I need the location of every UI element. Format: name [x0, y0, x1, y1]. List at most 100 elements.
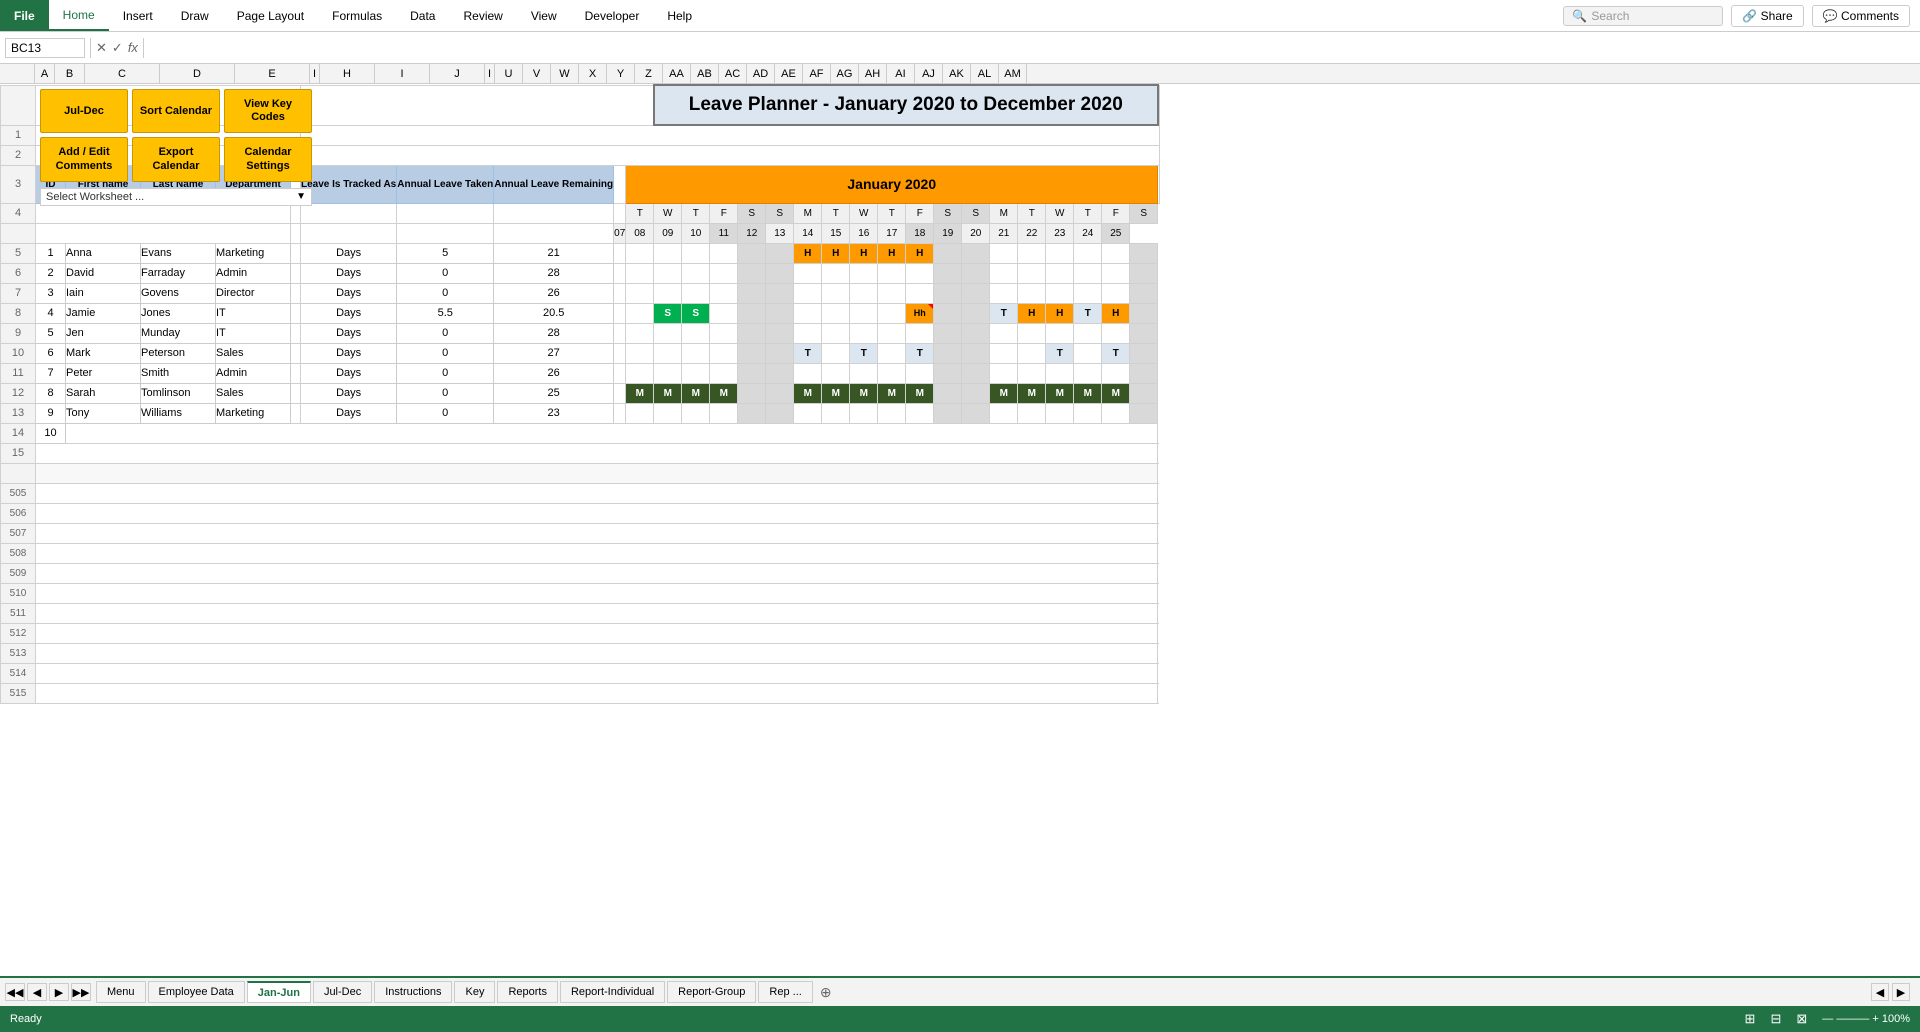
col-header-ag: AG — [831, 64, 859, 83]
zoom-level: — ——— + 100% — [1822, 1013, 1910, 1025]
formulas-tab[interactable]: Formulas — [318, 0, 396, 31]
jul-dec-button[interactable]: Jul-Dec — [40, 89, 128, 133]
tab-rep-more[interactable]: Rep ... — [758, 981, 812, 1003]
cancel-icon[interactable]: ✕ — [96, 40, 107, 56]
tab-scroll-right[interactable]: ▶ — [1892, 983, 1910, 1001]
tab-jan-jun[interactable]: Jan-Jun — [247, 981, 311, 1003]
day-T-23: T — [1074, 203, 1102, 223]
day-F-17: F — [906, 203, 934, 223]
month-header: January 2020 — [626, 165, 1158, 203]
col-header-z: Z — [635, 64, 663, 83]
confirm-icon[interactable]: ✓ — [112, 40, 123, 56]
tab-report-group[interactable]: Report-Group — [667, 981, 756, 1003]
export-calendar-button[interactable]: Export Calendar — [132, 137, 220, 181]
employee-row-8: 12 8 Sarah Tomlinson Sales Days 0 25 M M… — [1, 383, 1160, 403]
col-header-al: AL — [971, 64, 999, 83]
draw-tab[interactable]: Draw — [167, 0, 223, 31]
tab-scroll-left[interactable]: ◀ — [1871, 983, 1889, 1001]
name-box[interactable] — [5, 38, 85, 58]
search-box[interactable]: 🔍 Search — [1563, 6, 1723, 26]
tab-reports[interactable]: Reports — [497, 981, 558, 1003]
day-S-11: S — [738, 203, 766, 223]
view-key-codes-button[interactable]: View Key Codes — [224, 89, 312, 133]
tab-report-individual[interactable]: Report-Individual — [560, 981, 665, 1003]
insert-tab[interactable]: Insert — [109, 0, 167, 31]
col-header-f: I — [310, 64, 320, 83]
day-T-14: T — [822, 203, 850, 223]
file-tab[interactable]: File — [0, 0, 49, 31]
day-F-24: F — [1102, 203, 1130, 223]
remaining-header: Annual Leave Remaining — [494, 165, 614, 203]
col-header-ak: AK — [943, 64, 971, 83]
tab-employee-data[interactable]: Employee Data — [148, 981, 245, 1003]
tab-last-button[interactable]: ▶▶ — [71, 983, 91, 1001]
col-header-w: W — [551, 64, 579, 83]
col-header-ah: AH — [859, 64, 887, 83]
day-W-15: W — [850, 203, 878, 223]
tab-next-button[interactable]: ▶ — [49, 983, 69, 1001]
employee-row-3: 7 3 Iain Govens Director Days 0 26 — [1, 283, 1160, 303]
employee-row-5: 9 5 Jen Munday IT Days 0 28 — [1, 323, 1160, 343]
col-header-i: I — [375, 64, 430, 83]
day-M-13: M — [794, 203, 822, 223]
function-icon[interactable]: fx — [128, 40, 138, 55]
col-header-ab: AB — [691, 64, 719, 83]
search-icon: 🔍 — [1572, 9, 1587, 23]
col-header-b: B — [55, 64, 85, 83]
formula-input[interactable] — [149, 39, 1915, 57]
page-break-icon: ⊠ — [1796, 1011, 1807, 1027]
employee-row-1: 5 1 Anna Evans Marketing Days 5 21 — [1, 243, 1160, 263]
tab-jul-dec[interactable]: Jul-Dec — [313, 981, 372, 1003]
col-header-y: Y — [607, 64, 635, 83]
day-T-21: T — [1018, 203, 1046, 223]
employee-row-4: 8 4 Jamie Jones IT Days 5.5 20.5 S S — [1, 303, 1160, 323]
tab-prev-button[interactable]: ◀ — [27, 983, 47, 1001]
share-button[interactable]: 🔗 Share — [1731, 5, 1803, 27]
day-T-16: T — [878, 203, 906, 223]
day-W-22: W — [1046, 203, 1074, 223]
worksheet-dropdown-label: Select Worksheet ... — [46, 191, 296, 203]
calendar-settings-button[interactable]: Calendar Settings — [224, 137, 312, 181]
data-tab[interactable]: Data — [396, 0, 449, 31]
leave-planner-title: Leave Planner - January 2020 to December… — [654, 85, 1158, 125]
col-header-h: H — [320, 64, 375, 83]
page-layout-icon: ⊟ — [1770, 1011, 1781, 1027]
day-F-10: F — [710, 203, 738, 223]
col-header-j: J — [430, 64, 485, 83]
comments-button[interactable]: 💬 Comments — [1812, 5, 1910, 27]
col-header-af: AF — [803, 64, 831, 83]
col-header-ai: AI — [887, 64, 915, 83]
col-header-ad: AD — [747, 64, 775, 83]
tab-menu[interactable]: Menu — [96, 981, 146, 1003]
page-layout-tab[interactable]: Page Layout — [223, 0, 318, 31]
col-header-x: X — [579, 64, 607, 83]
home-tab[interactable]: Home — [49, 0, 109, 31]
employee-row-7: 11 7 Peter Smith Admin Days 0 26 — [1, 363, 1160, 383]
col-header-am: AM — [999, 64, 1027, 83]
tab-first-button[interactable]: ◀◀ — [5, 983, 25, 1001]
view-tab[interactable]: View — [517, 0, 571, 31]
taken-header: Annual Leave Taken — [397, 165, 494, 203]
col-header-k: I — [485, 64, 495, 83]
employee-row-9: 13 9 Tony Williams Marketing Days 0 23 — [1, 403, 1160, 423]
review-tab[interactable]: Review — [449, 0, 516, 31]
tab-instructions[interactable]: Instructions — [374, 981, 452, 1003]
col-header-a: A — [35, 64, 55, 83]
day-M-20: M — [990, 203, 1018, 223]
tab-key[interactable]: Key — [454, 981, 495, 1003]
day-S-25: S — [1130, 203, 1158, 223]
help-tab[interactable]: Help — [653, 0, 706, 31]
add-edit-comments-button[interactable]: Add / Edit Comments — [40, 137, 128, 181]
developer-tab[interactable]: Developer — [571, 0, 654, 31]
worksheet-dropdown[interactable]: Select Worksheet ... ▼ — [40, 188, 312, 206]
day-W-08: W — [654, 203, 682, 223]
day-S-12: S — [766, 203, 794, 223]
employee-row-2: 6 2 David Farraday Admin Days 0 28 — [1, 263, 1160, 283]
ready-status: Ready — [10, 1013, 42, 1025]
employee-row-6: 10 6 Mark Peterson Sales Days 0 27 — [1, 343, 1160, 363]
col-header-u: U — [495, 64, 523, 83]
col-header-e: E — [235, 64, 310, 83]
tab-add-button[interactable]: ⊕ — [815, 984, 837, 1001]
sort-calendar-button[interactable]: Sort Calendar — [132, 89, 220, 133]
day-T-07: T — [626, 203, 654, 223]
